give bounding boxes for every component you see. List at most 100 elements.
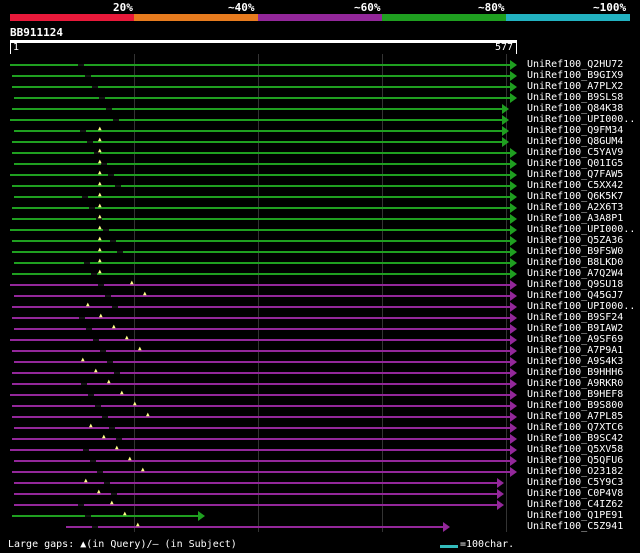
hit-label[interactable]: UniRef100_C4IZ62	[527, 499, 623, 510]
hit-bar[interactable]	[12, 350, 510, 352]
hit-label[interactable]: UniRef100_C5XX42	[527, 180, 623, 191]
hit-label[interactable]: UniRef100_C0P4V8	[527, 488, 623, 499]
hit-label[interactable]: UniRef100_Q7FAW5	[527, 169, 623, 180]
hit-label[interactable]: UniRef100_A7P9A1	[527, 345, 623, 356]
hit-arrow-icon	[510, 170, 517, 180]
hit-bar[interactable]	[12, 317, 510, 319]
hit-bar[interactable]	[10, 119, 502, 121]
hit-bar[interactable]	[12, 372, 510, 374]
hit-bar[interactable]	[10, 229, 510, 231]
gap-legend: Large gaps: ▲(in Query)/– (in Subject)	[8, 539, 237, 550]
hit-arrow-icon	[510, 71, 517, 81]
hit-arrow-icon	[497, 500, 504, 510]
hit-label[interactable]: UniRef100_Q01IG5	[527, 158, 623, 169]
hit-bar[interactable]	[12, 438, 510, 440]
hit-label[interactable]: UniRef100_UPI000..	[527, 224, 635, 235]
hit-label[interactable]: UniRef100_B9FSW0	[527, 246, 623, 257]
hit-bar[interactable]	[14, 196, 510, 198]
hit-bar[interactable]	[12, 108, 502, 110]
hit-label[interactable]: UniRef100_B9HHH6	[527, 367, 623, 378]
hit-bar[interactable]	[10, 394, 510, 396]
hit-label[interactable]: UniRef100_Q5XV58	[527, 444, 623, 455]
hit-bar[interactable]	[12, 141, 502, 143]
hit-label[interactable]: UniRef100_Q8GUM4	[527, 136, 623, 147]
subject-gap	[109, 427, 115, 429]
hit-bar[interactable]	[66, 526, 443, 528]
scale-bar-purple	[258, 14, 382, 21]
hit-bar[interactable]	[14, 295, 510, 297]
hit-bar[interactable]	[12, 152, 510, 154]
hit-label[interactable]: UniRef100_A3A8P1	[527, 213, 623, 224]
hit-arrow-icon	[502, 115, 509, 125]
hit-label[interactable]: UniRef100_B9HEF8	[527, 389, 623, 400]
hit-label[interactable]: UniRef100_Q84K38	[527, 103, 623, 114]
hit-label[interactable]: UniRef100_Q9FM34	[527, 125, 623, 136]
hit-bar[interactable]	[12, 185, 510, 187]
hit-label[interactable]: UniRef100_C5YAV9	[527, 147, 623, 158]
hit-bar[interactable]	[14, 460, 510, 462]
hit-label[interactable]: UniRef100_B9GIX9	[527, 70, 623, 81]
hit-bar[interactable]	[12, 416, 510, 418]
hit-bar[interactable]	[12, 515, 198, 517]
hit-bar[interactable]	[14, 361, 510, 363]
hit-label[interactable]: UniRef100_Q5ZA36	[527, 235, 623, 246]
hit-bar[interactable]	[14, 130, 502, 132]
hit-arrow-icon	[510, 247, 517, 257]
hit-label[interactable]: UniRef100_Q9SU18	[527, 279, 623, 290]
scale-bar-red	[10, 14, 134, 21]
hit-label[interactable]: UniRef100_A7PLX2	[527, 81, 623, 92]
hit-label[interactable]: UniRef100_Q7XTC6	[527, 422, 623, 433]
hit-bar[interactable]	[12, 207, 510, 209]
hit-bar[interactable]	[12, 251, 510, 253]
subject-gap	[108, 174, 114, 176]
scale-label-100: ~100%	[593, 1, 627, 14]
hit-bar[interactable]	[10, 339, 510, 341]
hit-label[interactable]: UniRef100_Q2HU72	[527, 59, 623, 70]
hit-label[interactable]: UniRef100_A7PL85	[527, 411, 623, 422]
hit-label[interactable]: UniRef100_C5Y9C3	[527, 477, 623, 488]
hit-label[interactable]: UniRef100_UPI000..	[527, 301, 635, 312]
hit-bar[interactable]	[12, 240, 510, 242]
subject-gap	[80, 130, 86, 132]
hit-label[interactable]: UniRef100_A9RKR0	[527, 378, 623, 389]
query-gap-icon: ▲	[94, 367, 98, 374]
hit-label[interactable]: UniRef100_UPI000..	[527, 114, 635, 125]
hit-bar[interactable]	[12, 471, 510, 473]
hit-label[interactable]: UniRef100_B9SF24	[527, 312, 623, 323]
hit-bar[interactable]	[12, 405, 510, 407]
hit-label[interactable]: UniRef100_C5Z941	[527, 521, 623, 532]
hit-label[interactable]: UniRef100_Q45GJ7	[527, 290, 623, 301]
hit-label[interactable]: UniRef100_Q6K5K7	[527, 191, 623, 202]
hit-label[interactable]: UniRef100_Q1PE91	[527, 510, 623, 521]
hit-bar[interactable]	[10, 174, 510, 176]
subject-gap	[89, 207, 95, 209]
query-gap-icon: ▲	[98, 257, 102, 264]
hit-bar[interactable]	[14, 504, 497, 506]
hit-label[interactable]: UniRef100_B8LKD0	[527, 257, 623, 268]
hit-arrow-icon	[510, 203, 517, 213]
hit-bar[interactable]	[12, 218, 510, 220]
hit-label[interactable]: UniRef100_A7Q2W4	[527, 268, 623, 279]
hit-bar[interactable]	[10, 284, 510, 286]
hit-label[interactable]: UniRef100_B9IAW2	[527, 323, 623, 334]
hit-label[interactable]: UniRef100_O23182	[527, 466, 623, 477]
hit-bar[interactable]	[14, 493, 497, 495]
hit-label[interactable]: UniRef100_A9SF69	[527, 334, 623, 345]
hit-bar[interactable]	[14, 163, 510, 165]
hit-label[interactable]: UniRef100_B9S800	[527, 400, 623, 411]
hit-label[interactable]: UniRef100_A9S4K3	[527, 356, 623, 367]
hit-label[interactable]: UniRef100_Q5QFU6	[527, 455, 623, 466]
hit-label[interactable]: UniRef100_A2X6T3	[527, 202, 623, 213]
query-gap-icon: ▲	[98, 169, 102, 176]
hit-label[interactable]: UniRef100_B9SLS8	[527, 92, 623, 103]
query-end-tick	[516, 43, 517, 54]
query-start-tick	[10, 43, 11, 54]
hit-bar[interactable]	[14, 97, 510, 99]
subject-gap	[88, 394, 94, 396]
hit-bar[interactable]	[10, 64, 510, 66]
hit-bar[interactable]	[12, 86, 510, 88]
hit-arrow-icon	[510, 225, 517, 235]
hit-label[interactable]: UniRef100_B9SC42	[527, 433, 623, 444]
hit-bar[interactable]	[12, 273, 510, 275]
subject-gap	[85, 75, 91, 77]
